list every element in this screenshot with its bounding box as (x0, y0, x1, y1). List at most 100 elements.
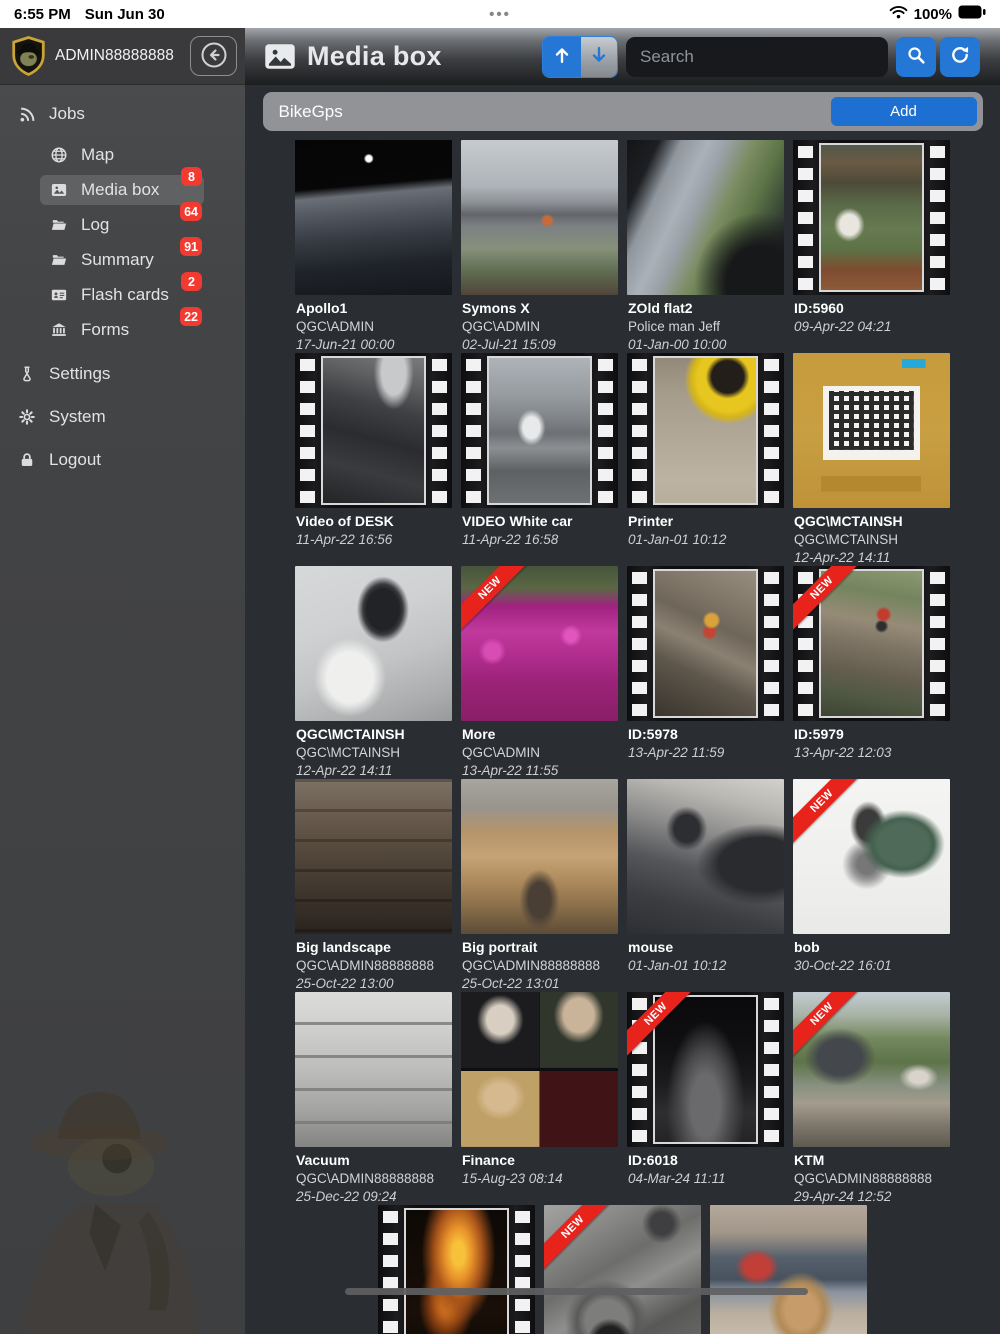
media-item-user: QGC\ADMIN88888888 (794, 1171, 933, 1186)
media-item-thumbnail[interactable] (710, 1205, 867, 1334)
media-item-date: 09-Apr-22 04:21 (794, 319, 892, 334)
thumbnail-image (461, 140, 618, 295)
thumbnail-image (627, 140, 784, 295)
media-item-thumbnail[interactable] (793, 140, 950, 295)
horizontal-scrollbar[interactable] (345, 1288, 808, 1295)
app-logo-shield-icon (10, 35, 47, 77)
unread-count-badge: 64 (180, 202, 202, 221)
thumbnail-image (627, 779, 784, 934)
media-item-thumbnail[interactable]: NEW (793, 992, 950, 1147)
thumbnail-image (295, 566, 452, 721)
sidebar-section-jobs[interactable]: Jobs (0, 97, 245, 131)
media-box-title-icon (265, 43, 295, 70)
media-item-thumbnail[interactable]: NEW (627, 992, 784, 1147)
media-item: Printer 01-Jan-01 10:12 (627, 353, 784, 566)
group-name: BikeGps (278, 101, 343, 121)
media-item-thumbnail[interactable] (295, 992, 452, 1147)
media-item-title: Big landscape (296, 939, 391, 955)
media-item-title: ID:6018 (628, 1152, 678, 1168)
media-item-caption: More QGC\ADMIN 13-Apr-22 11:55 (461, 725, 618, 780)
media-item-user: QGC\ADMIN88888888 (462, 958, 601, 973)
media-item-thumbnail[interactable]: NEW (461, 566, 618, 721)
media-item-thumbnail[interactable] (461, 992, 618, 1147)
media-item-title: Video of DESK (296, 513, 394, 529)
media-item-thumbnail[interactable] (627, 140, 784, 295)
refresh-button[interactable] (940, 36, 980, 77)
back-button[interactable] (190, 36, 237, 76)
media-item-thumbnail[interactable] (295, 779, 452, 934)
thumbnail-image (295, 992, 452, 1147)
gecko-detective-watermark (0, 1064, 238, 1334)
sidebar-item-log[interactable]: Log 64 (40, 202, 204, 240)
add-button[interactable]: Add (830, 97, 977, 126)
media-item-caption: Big landscape QGC\ADMIN88888888 25-Oct-22 … (295, 938, 452, 993)
battery-percent: 100% (913, 5, 952, 23)
sidebar-item-settings[interactable]: Settings (0, 357, 245, 391)
media-item: Symons X QGC\ADMIN 02-Jul-21 15:09 (461, 140, 618, 353)
media-item-date: 01-Jan-01 10:12 (628, 958, 727, 973)
sidebar-subitems: Map Media box 8 Log 64 Summary 91 Flash cards 2 F… (40, 140, 204, 345)
media-item-thumbnail[interactable] (461, 140, 618, 295)
media-item-date: 25-Oct-22 13:00 (296, 976, 394, 991)
thumbnail-image (295, 779, 452, 934)
media-item: mouse 01-Jan-01 10:12 (627, 779, 784, 992)
header-main: Media box (245, 28, 1000, 85)
media-item-thumbnail[interactable] (461, 779, 618, 934)
sidebar-item-map[interactable]: Map (40, 140, 204, 170)
media-item-thumbnail[interactable] (378, 1205, 535, 1334)
media-item-caption: Apollo1 QGC\ADMIN 17-Jun-21 00:00 (295, 299, 452, 354)
sort-descending-button[interactable] (581, 36, 617, 77)
thumbnail-image (487, 356, 592, 505)
sidebar-item-flash-cards[interactable]: Flash cards 2 (40, 272, 204, 310)
media-item: ID:5960 09-Apr-22 04:21 (793, 140, 950, 353)
media-item-user: Police man Jeff (628, 319, 721, 334)
media-item-date: 02-Jul-21 15:09 (462, 337, 556, 352)
sidebar-item-summary[interactable]: Summary 91 (40, 237, 204, 275)
sidebar-item-system[interactable]: System (0, 400, 245, 434)
media-item: ID:5978 13-Apr-22 11:59 (627, 566, 784, 779)
media-item-title: ID:5978 (628, 726, 678, 742)
media-item-caption: ID:5978 13-Apr-22 11:59 (627, 725, 784, 762)
sidebar-item-label: Map (81, 145, 115, 164)
sidebar-item-forms[interactable]: Forms 22 (40, 307, 204, 345)
new-ribbon: NEW (544, 1205, 614, 1275)
media-item-date: 13-Apr-22 11:59 (628, 745, 725, 760)
media-item: NEW ID:6018 04-Mar-24 11:11 (627, 992, 784, 1205)
media-item-caption: ID:6018 04-Mar-24 11:11 (627, 1151, 784, 1188)
media-item: Video of DESK 11-Apr-22 16:56 (295, 353, 452, 566)
media-item-title: More (462, 726, 496, 742)
media-item-date: 01-Jan-01 10:12 (628, 532, 727, 547)
media-item-thumbnail[interactable] (295, 566, 452, 721)
media-item-thumbnail[interactable] (295, 353, 452, 508)
media-item-date: 15-Aug-23 08:14 (462, 1171, 563, 1186)
search-button[interactable] (896, 36, 936, 77)
media-item-date: 11-Apr-22 16:56 (296, 532, 393, 547)
media-item-thumbnail[interactable] (627, 353, 784, 508)
media-item: NEW (544, 1205, 701, 1334)
globe-icon (48, 145, 70, 165)
content-area: BikeGps Add Apollo1 QGC\ADMIN 17-Jun-21 00… (245, 85, 1000, 1334)
sort-ascending-button[interactable] (543, 36, 581, 77)
sidebar-item-logout[interactable]: Logout (0, 443, 245, 477)
media-item-thumbnail[interactable]: NEW (793, 779, 950, 934)
sidebar-item-label: Summary (81, 250, 154, 269)
media-item-title: Symons X (462, 300, 530, 316)
sidebar-item-media-box[interactable]: Media box 8 (40, 167, 204, 205)
media-item-user: QGC\MCTAINSH (296, 745, 400, 760)
media-item-thumbnail[interactable] (295, 140, 452, 295)
media-item-caption: VIDEO White car 11-Apr-22 16:58 (461, 512, 618, 549)
media-item-thumbnail[interactable] (627, 566, 784, 721)
media-item-thumbnail[interactable]: NEW (544, 1205, 701, 1334)
media-grid: Apollo1 QGC\ADMIN 17-Jun-21 00:00 Symons X Q… (245, 140, 1000, 1334)
media-item-thumbnail[interactable]: NEW (793, 566, 950, 721)
search-input[interactable] (626, 36, 888, 77)
media-item-thumbnail[interactable] (793, 353, 950, 508)
media-item-thumbnail[interactable] (627, 779, 784, 934)
media-item-thumbnail[interactable] (461, 353, 618, 508)
media-item-title: VIDEO White car (462, 513, 573, 529)
media-item-title: bob (794, 939, 820, 955)
media-item: NEW KTM QGC\ADMIN88888888 29-Apr-24 12:52 (793, 992, 950, 1205)
thumbnail-image (710, 1205, 867, 1334)
media-item (710, 1205, 867, 1334)
unread-count-badge: 2 (181, 272, 202, 291)
